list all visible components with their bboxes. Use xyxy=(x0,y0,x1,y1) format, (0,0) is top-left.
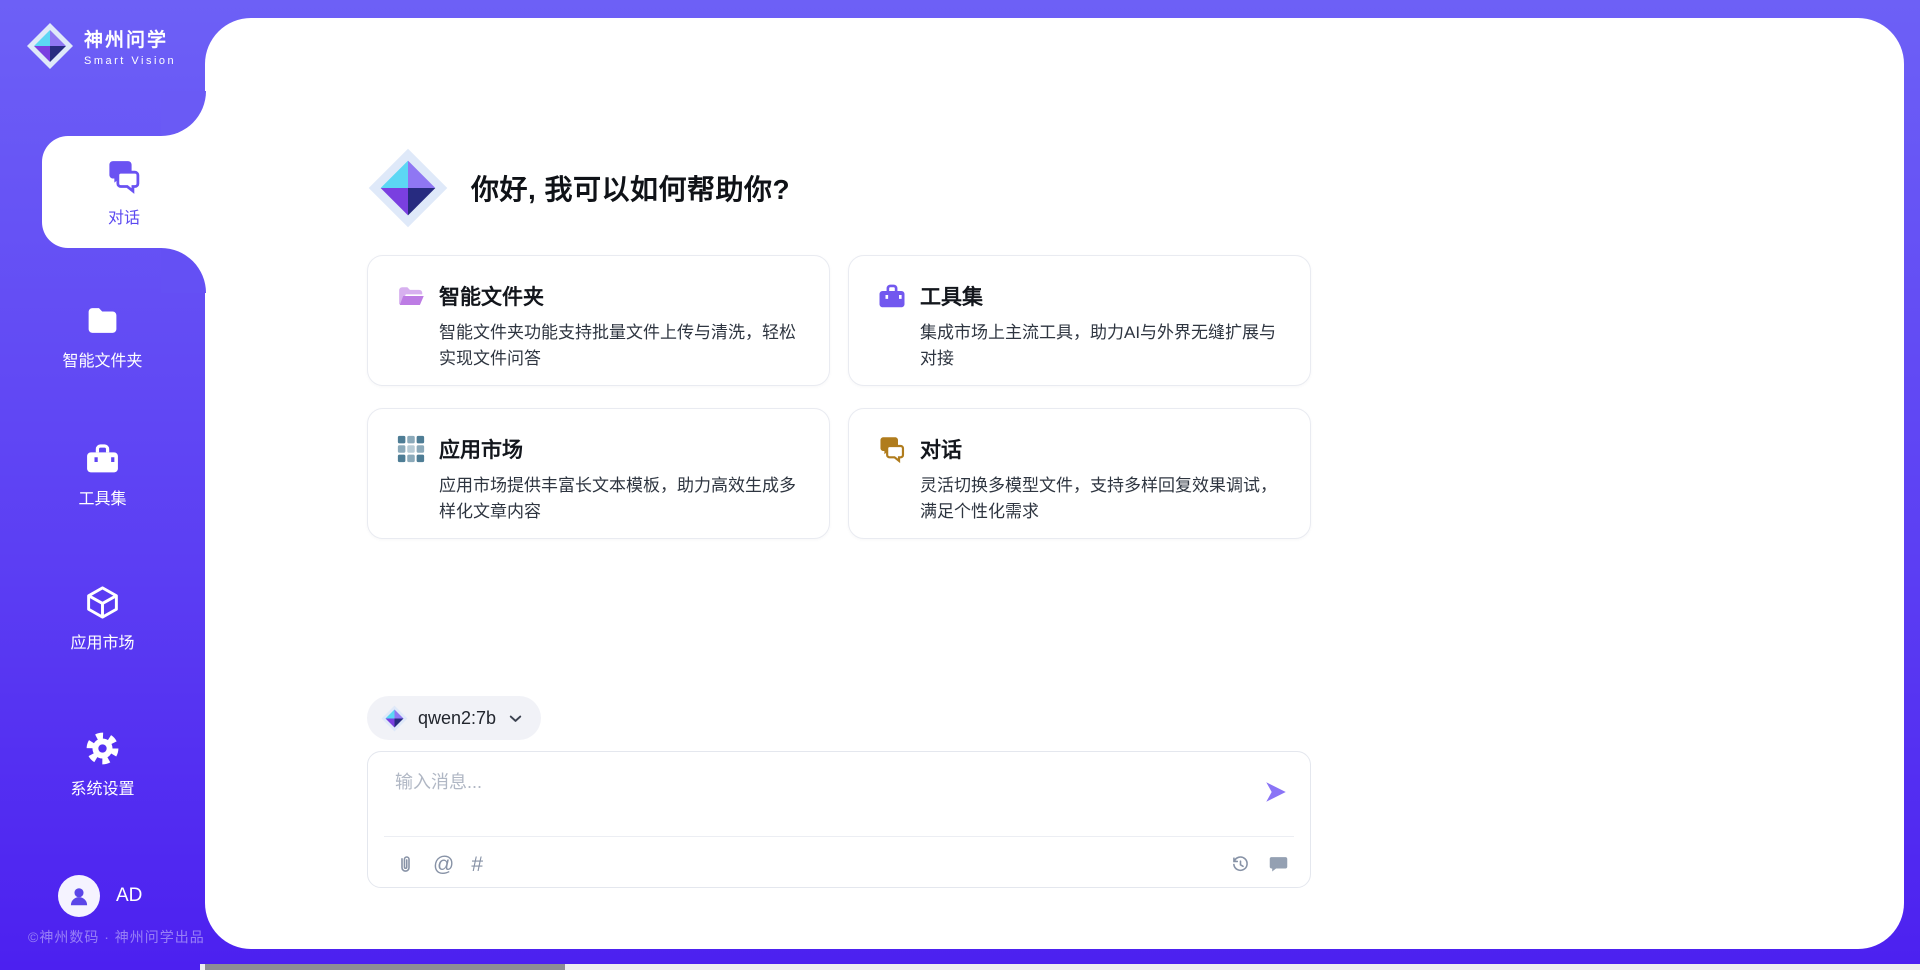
chat-bubbles-icon xyxy=(105,157,143,195)
model-gem-icon xyxy=(381,705,408,732)
app-logo: 神州问学 Smart Vision xyxy=(26,22,176,70)
card-toolset[interactable]: 工具集 集成市场上主流工具，助力AI与外界无缝扩展与对接 xyxy=(848,255,1311,386)
hash-icon: # xyxy=(471,854,483,875)
model-name: qwen2:7b xyxy=(418,708,496,729)
card-smart-folders[interactable]: 智能文件夹 智能文件夹功能支持批量文件上传与清洗，轻松实现文件问答 xyxy=(367,255,830,386)
topic-button[interactable]: # xyxy=(471,854,483,875)
gear-icon xyxy=(84,730,121,767)
app-grid-icon xyxy=(396,434,426,464)
sidebar-item-smart-folders[interactable]: 智能文件夹 xyxy=(0,302,205,388)
card-app-market[interactable]: 应用市场 应用市场提供丰富长文本模板，助力高效生成多样化文章内容 xyxy=(367,408,830,539)
folder-open-icon xyxy=(396,281,426,311)
sidebar-item-app-market[interactable]: 应用市场 xyxy=(0,584,205,670)
sidebar-item-toolset[interactable]: 工具集 xyxy=(0,440,205,526)
message-composer: @ # xyxy=(367,751,1311,888)
feature-cards: 智能文件夹 智能文件夹功能支持批量文件上传与清洗，轻松实现文件问答 工具集 集成… xyxy=(367,255,1311,539)
chat-bubble-icon xyxy=(1268,854,1289,875)
greeting-text: 你好, 我可以如何帮助你? xyxy=(471,168,790,208)
toolbox-icon xyxy=(84,440,121,477)
paperclip-icon xyxy=(395,854,416,875)
chat-bubbles-icon xyxy=(877,434,907,464)
send-button[interactable] xyxy=(1263,779,1289,805)
card-description: 智能文件夹功能支持批量文件上传与清洗，轻松实现文件问答 xyxy=(439,320,803,373)
card-description: 集成市场上主流工具，助力AI与外界无缝扩展与对接 xyxy=(920,320,1284,373)
scrollbar-thumb[interactable] xyxy=(205,964,565,970)
app-subtitle: Smart Vision xyxy=(84,55,176,67)
user-icon xyxy=(66,883,92,909)
sidebar-item-label: 应用市场 xyxy=(70,629,134,653)
horizontal-scrollbar[interactable] xyxy=(200,964,1920,970)
message-input[interactable] xyxy=(395,768,1225,826)
active-tab-top-curve xyxy=(161,91,206,136)
sidebar-item-label: 系统设置 xyxy=(70,775,134,799)
toolbox-icon xyxy=(877,281,907,311)
sidebar-item-label: 工具集 xyxy=(78,485,126,509)
sidebar-item-label: 智能文件夹 xyxy=(62,347,142,371)
composer-divider xyxy=(384,836,1294,837)
conversation-list-button[interactable] xyxy=(1268,854,1289,875)
folder-icon xyxy=(84,302,121,339)
greeting-gem-icon xyxy=(367,147,449,229)
card-title: 智能文件夹 xyxy=(439,281,544,311)
brand-gem-icon xyxy=(26,22,74,70)
sidebar-item-label: 对话 xyxy=(108,204,140,228)
history-button[interactable] xyxy=(1230,854,1251,875)
sidebar: 神州问学 Smart Vision 对话 智能文件夹 工具集 应用市场 系统设置 xyxy=(0,0,205,970)
card-description: 应用市场提供丰富长文本模板，助力高效生成多样化文章内容 xyxy=(439,473,803,526)
app-screen: 神州问学 Smart Vision 对话 智能文件夹 工具集 应用市场 系统设置 xyxy=(0,0,1920,970)
avatar xyxy=(58,875,100,917)
send-icon xyxy=(1263,779,1289,805)
sidebar-item-chat[interactable]: 对话 xyxy=(42,136,206,248)
mention-button[interactable]: @ xyxy=(433,854,454,875)
user-name: AD xyxy=(116,885,142,907)
history-clock-icon xyxy=(1230,854,1251,875)
copyright-text: ©神州数码 · 神州问学出品 xyxy=(28,927,205,947)
card-title: 对话 xyxy=(920,434,962,464)
model-selector[interactable]: qwen2:7b xyxy=(367,696,541,740)
cube-icon xyxy=(84,584,121,621)
greeting-header: 你好, 我可以如何帮助你? xyxy=(367,147,790,229)
card-title: 工具集 xyxy=(920,281,983,311)
sidebar-item-system-settings[interactable]: 系统设置 xyxy=(0,730,205,816)
card-chat[interactable]: 对话 灵活切换多模型文件，支持多样回复效果调试，满足个性化需求 xyxy=(848,408,1311,539)
card-description: 灵活切换多模型文件，支持多样回复效果调试，满足个性化需求 xyxy=(920,473,1284,526)
chevron-down-icon xyxy=(506,709,525,728)
composer-toolbar: @ # xyxy=(395,849,1289,879)
attach-file-button[interactable] xyxy=(395,854,416,875)
card-title: 应用市场 xyxy=(439,434,523,464)
at-icon: @ xyxy=(433,854,454,875)
app-title: 神州问学 xyxy=(84,25,176,52)
user-profile[interactable]: AD xyxy=(58,875,142,917)
active-tab-bottom-curve xyxy=(161,248,206,293)
